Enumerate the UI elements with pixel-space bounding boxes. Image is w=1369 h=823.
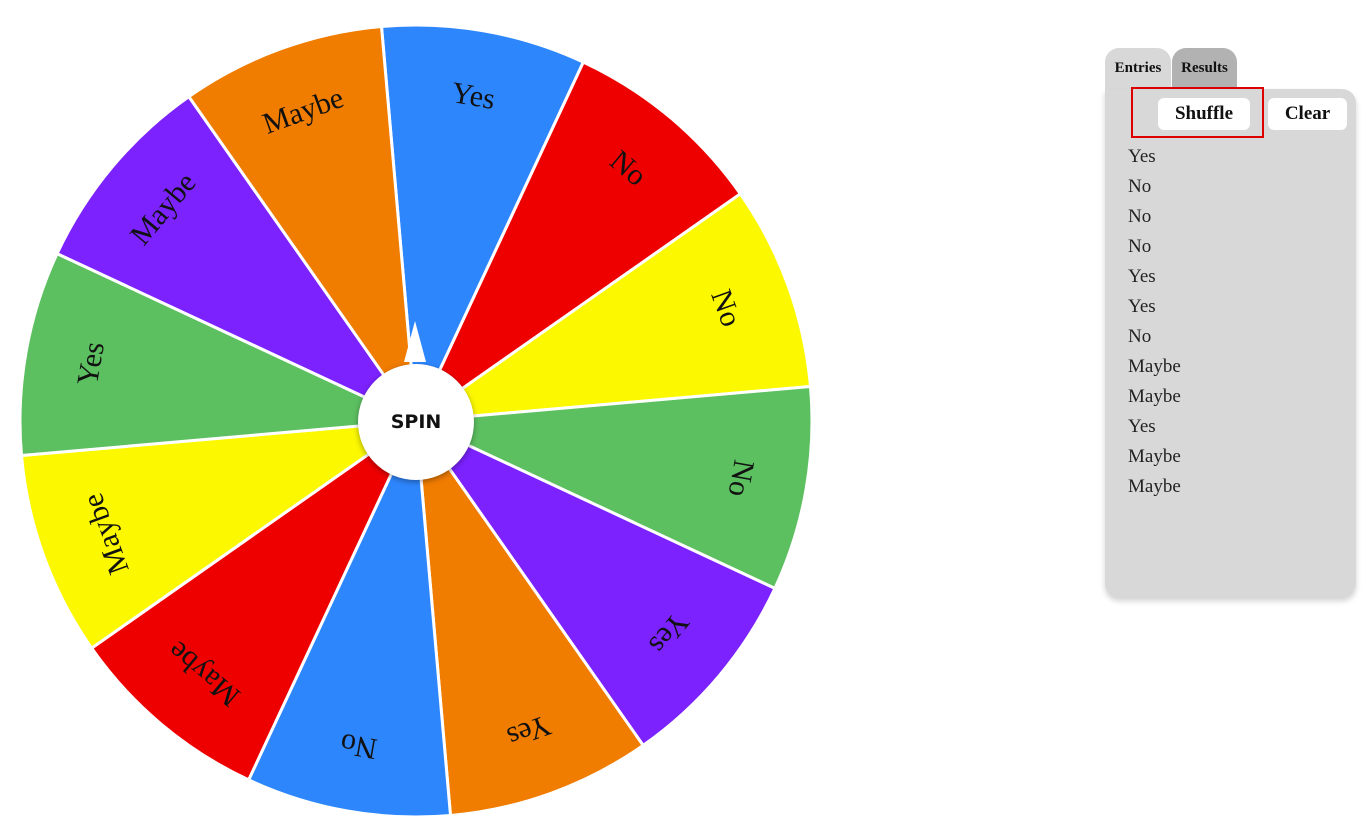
wheel-segment-label: No: [722, 457, 761, 499]
list-item[interactable]: No: [1128, 202, 1181, 232]
entry-list[interactable]: Yes No No No Yes Yes No Maybe Maybe Yes …: [1128, 142, 1181, 502]
entries-panel: Entries Results Shuffle Clear Yes No No …: [1105, 48, 1356, 598]
list-item[interactable]: Yes: [1128, 142, 1181, 172]
clear-button[interactable]: Clear: [1268, 98, 1347, 130]
list-item[interactable]: Maybe: [1128, 472, 1181, 502]
wheel-segment-label: No: [338, 727, 380, 766]
list-item[interactable]: No: [1128, 322, 1181, 352]
list-item[interactable]: Yes: [1128, 412, 1181, 442]
app-stage: Yes No No No Yes Yes No Maybe Maybe Yes Maybe Maybe…: [0, 0, 1369, 823]
list-item[interactable]: Maybe: [1128, 382, 1181, 412]
tab-entries[interactable]: Entries: [1105, 48, 1171, 90]
list-item[interactable]: Maybe: [1128, 352, 1181, 382]
entries-panel-body: Shuffle Clear Yes No No No Yes Yes No Ma…: [1105, 87, 1356, 597]
shuffle-button[interactable]: Shuffle: [1158, 98, 1250, 130]
spin-button[interactable]: SPIN: [358, 364, 474, 480]
list-item[interactable]: Maybe: [1128, 442, 1181, 472]
tab-results[interactable]: Results: [1172, 48, 1237, 90]
list-item[interactable]: No: [1128, 232, 1181, 262]
list-item[interactable]: Yes: [1128, 262, 1181, 292]
list-item[interactable]: Yes: [1128, 292, 1181, 322]
list-item[interactable]: No: [1128, 172, 1181, 202]
